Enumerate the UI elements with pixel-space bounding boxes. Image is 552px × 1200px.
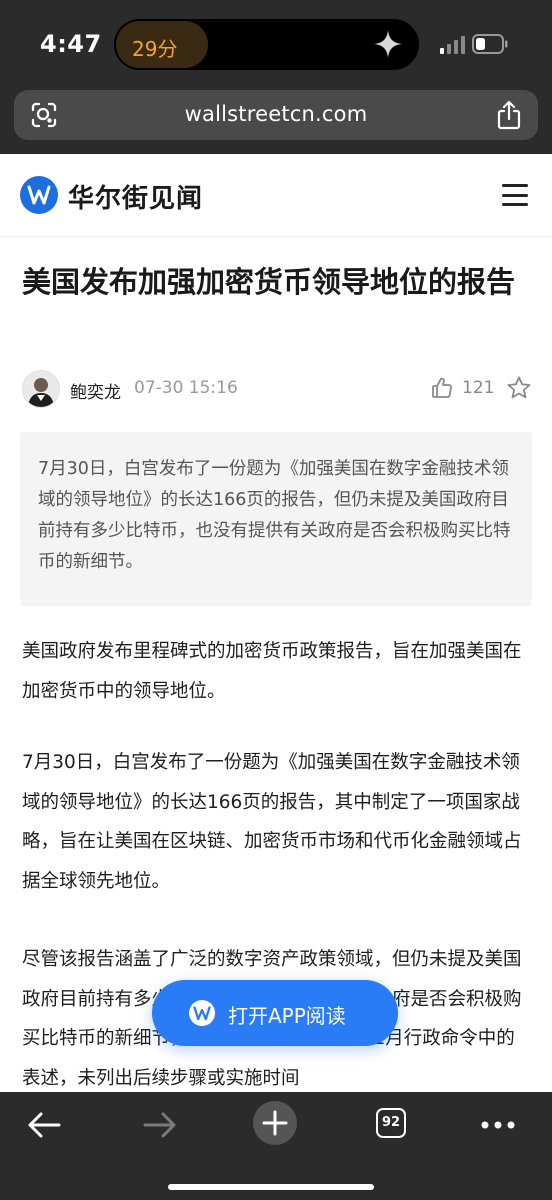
dynamic-island[interactable]: 29分	[114, 19, 419, 70]
open-app-button[interactable]: 打开APP阅读	[152, 980, 398, 1046]
author-avatar[interactable]	[22, 370, 60, 408]
signal-icon	[440, 36, 465, 54]
article-summary: 7月30日，白宫发布了一份题为《加强美国在数字金融技术领域的领导地位》的长达16…	[20, 432, 532, 606]
menu-icon[interactable]	[502, 184, 528, 206]
home-indicator	[168, 1184, 374, 1190]
paragraph: 美国政府发布里程碑式的加密货币政策报告，旨在加强美国在加密货币中的领导地位。	[22, 641, 522, 702]
status-bar: 4:47 29分 wallstreetcn.com	[0, 0, 552, 154]
open-app-label: 打开APP阅读	[228, 1004, 346, 1028]
article-meta: 鲍奕龙 07-30 15:16 121	[22, 370, 532, 410]
battery-icon	[472, 34, 508, 54]
site-name[interactable]: 华尔街见闻	[68, 178, 203, 215]
summary-text: 7月30日，白宫发布了一份题为《加强美国在数字金融技术领域的领导地位》的长达16…	[38, 459, 511, 572]
timer-label: 29分	[132, 37, 178, 61]
clock: 4:47	[40, 30, 102, 58]
new-tab-icon[interactable]	[252, 1100, 298, 1146]
wallstreetcn-logo-icon[interactable]	[20, 176, 58, 214]
forward-icon[interactable]	[142, 1110, 178, 1140]
tabs-icon[interactable]: 92	[376, 1108, 406, 1138]
author-name[interactable]: 鲍奕龙	[70, 378, 121, 403]
url-text[interactable]: wallstreetcn.com	[14, 102, 538, 126]
back-icon[interactable]	[26, 1110, 62, 1140]
timer-pill: 29分	[116, 21, 208, 68]
wallstreetcn-logo-icon	[189, 1000, 215, 1026]
browser-toolbar: 92	[0, 1092, 552, 1200]
address-bar[interactable]: wallstreetcn.com	[14, 90, 538, 140]
more-icon[interactable]	[480, 1120, 516, 1130]
star-icon[interactable]	[506, 375, 532, 401]
site-header: 华尔街见闻	[0, 154, 552, 237]
article-title: 美国发布加强加密货币领导地位的报告	[22, 265, 516, 299]
paragraph: 7月30日，白宫发布了一份题为《加强美国在数字金融技术领域的领导地位》的长达16…	[22, 752, 522, 892]
publish-date: 07-30 15:16	[134, 378, 238, 398]
sparkle-icon	[374, 30, 402, 58]
like-icon[interactable]	[430, 376, 454, 400]
share-icon[interactable]	[496, 100, 522, 130]
like-count: 121	[462, 378, 495, 398]
